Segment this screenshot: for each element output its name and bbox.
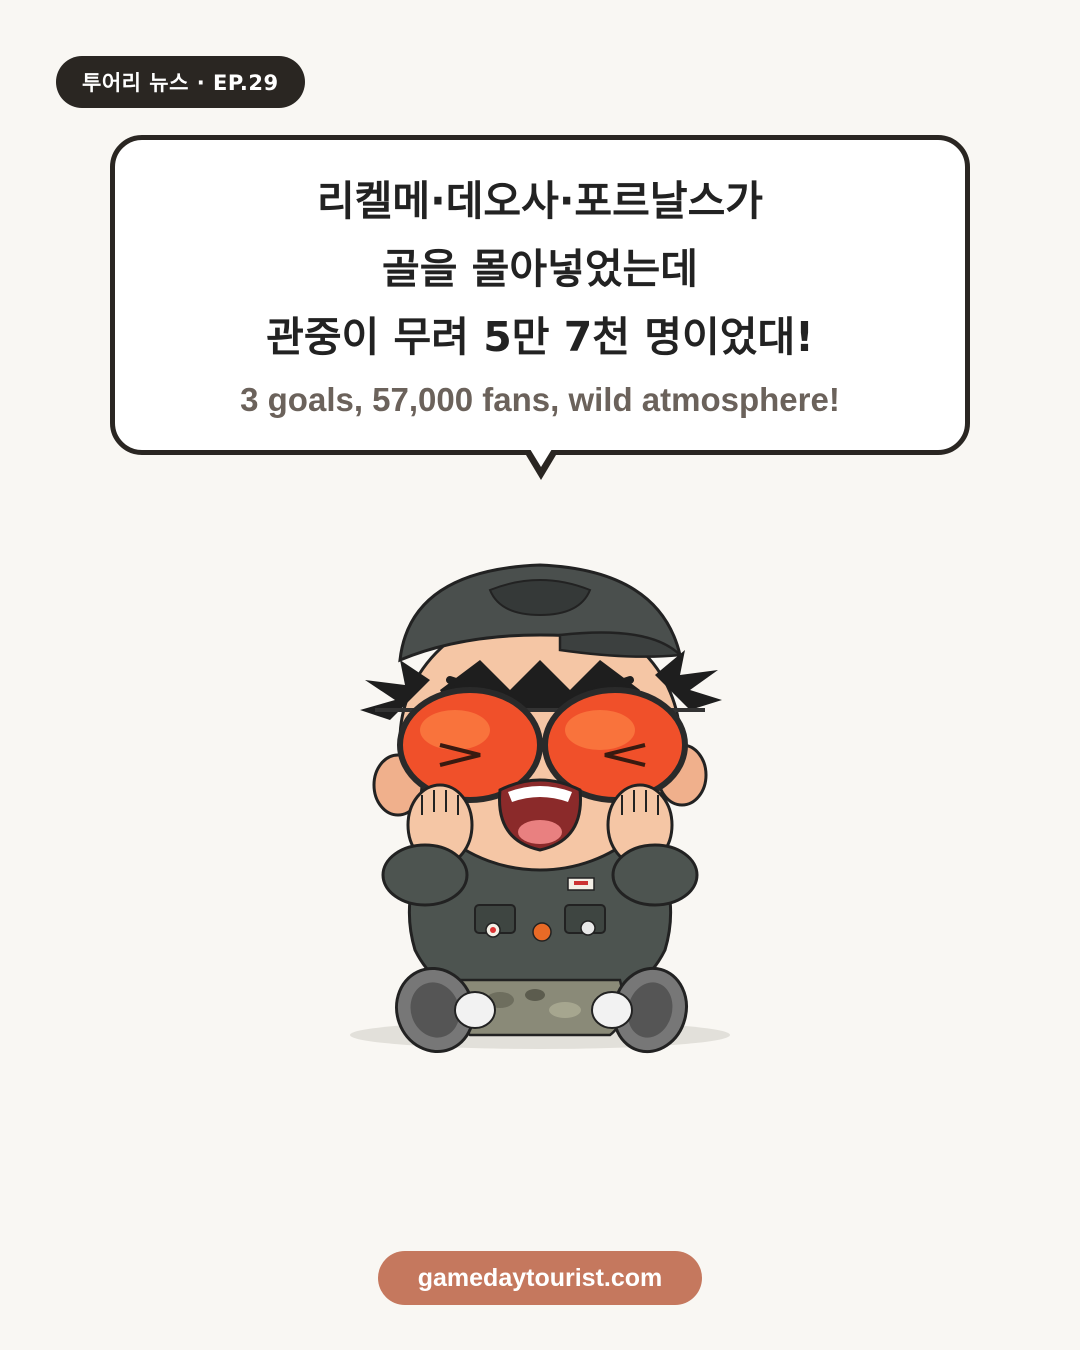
speech-bubble-tail-fill xyxy=(530,449,552,467)
headline-line-2: 골을 몰아넣었는데 xyxy=(381,245,699,293)
cheering-kid-mascot-icon xyxy=(330,540,750,1060)
speech-bubble: 리켈메·데오사·포르날스가 골을 몰아넣었는데 관중이 무려 5만 7천 명이었… xyxy=(110,135,970,455)
site-url-link[interactable]: gamedaytourist.com xyxy=(378,1251,702,1305)
headline-line-3: 관중이 무려 5만 7천 명이었대! xyxy=(266,313,814,361)
english-subline: 3 goals, 57,000 fans, wild atmosphere! xyxy=(240,381,840,418)
headline-line-1: 리켈메·데오사·포르날스가 xyxy=(316,177,764,225)
episode-badge: 투어리 뉴스 · EP.29 xyxy=(56,56,305,108)
